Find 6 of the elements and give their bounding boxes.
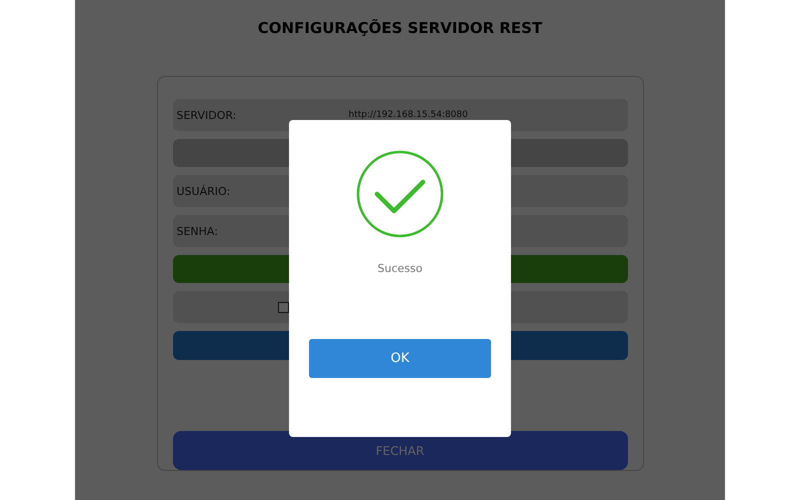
success-message: Sucesso	[378, 262, 422, 275]
page-title: CONFIGURAÇÕES SERVIDOR REST	[258, 19, 542, 39]
field-label: SENHA:	[176, 224, 219, 238]
field-label: SERVIDOR:	[176, 108, 238, 122]
field-label: USUÁRIO:	[176, 184, 232, 198]
field-value: http://192.168.15.54:8080	[348, 110, 468, 120]
